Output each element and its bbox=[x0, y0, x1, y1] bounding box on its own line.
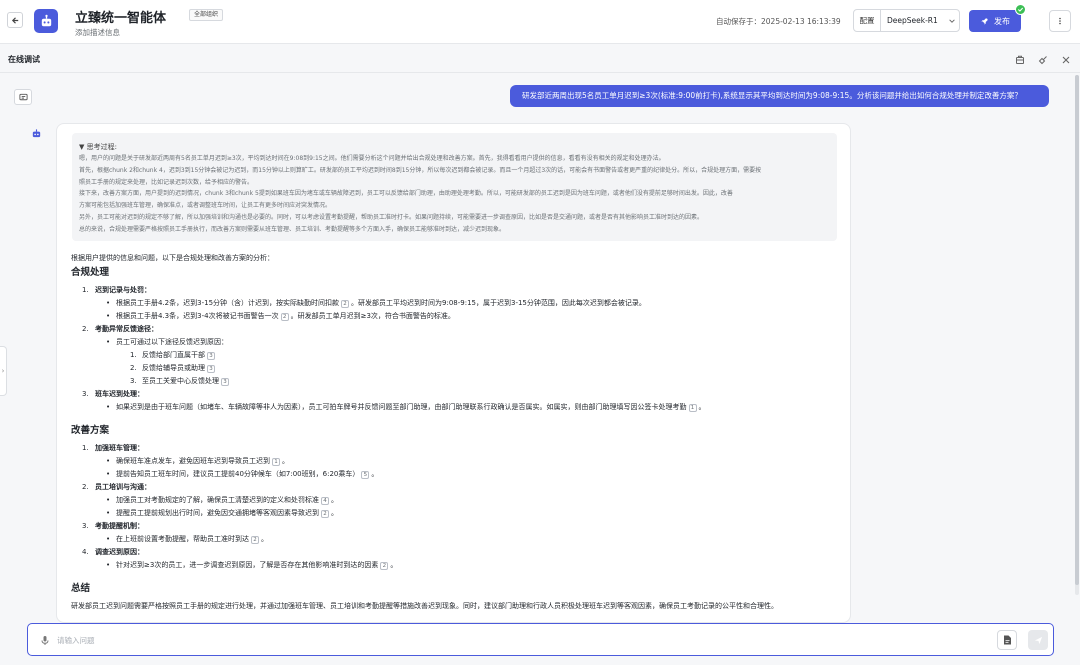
model-config-select[interactable]: 配置 DeepSeek-R1 bbox=[853, 9, 960, 32]
list-item: • 如果迟到是由于班车问题（如堵车、车辆故障等非人为因素），员工可拍车牌号并反馈问… bbox=[106, 403, 706, 412]
app-header: 立臻统一智能体 全部组织 添加描述信息 自动保存于：2025-02-13 16:… bbox=[0, 0, 1080, 44]
publish-button[interactable]: 发布 bbox=[969, 10, 1021, 32]
clean-icon[interactable] bbox=[1037, 54, 1048, 65]
citation-ref[interactable]: 2 bbox=[341, 300, 350, 308]
panel-icon[interactable] bbox=[1014, 54, 1025, 65]
scope-badge: 全部组织 bbox=[189, 9, 224, 21]
section-title-compliance: 合规处理 bbox=[71, 267, 110, 278]
list-item: 3. 班车迟到处理： bbox=[82, 390, 144, 398]
thinking-toggle[interactable]: ▼ 思考过程: bbox=[79, 141, 830, 153]
agent-title[interactable]: 立臻统一智能体 bbox=[75, 7, 166, 26]
robot-icon bbox=[41, 14, 51, 26]
back-button[interactable] bbox=[7, 12, 23, 28]
bot-avatar bbox=[30, 127, 42, 139]
close-icon[interactable] bbox=[1060, 54, 1071, 65]
send-icon bbox=[1034, 636, 1042, 644]
thinking-line: 照员工手册的规定来处理，比如记录迟到次数，给予相应的警告。 bbox=[79, 178, 254, 186]
list-item: 3. 至员工关爱中心反馈处理 3 bbox=[71, 375, 841, 388]
check-icon bbox=[1017, 7, 1024, 12]
citation-ref[interactable]: 2 bbox=[280, 313, 289, 321]
chat-input-box bbox=[27, 623, 1054, 656]
chat-scrollbar[interactable] bbox=[1075, 75, 1079, 595]
thinking-process[interactable]: ▼ 思考过程: 嗯，用户的问题是关于研发部近两周有5名员工单月迟到≥3次，平均到… bbox=[72, 133, 837, 241]
citation-ref[interactable]: 5 bbox=[361, 471, 370, 479]
list-item: • 员工可通过以下途径反馈迟到原因： bbox=[106, 338, 228, 346]
list-item: • 提前告知员工班车时间，建议员工提前40分钟候车（如7:00班别，6:20乘车）… bbox=[106, 470, 379, 479]
send-button[interactable] bbox=[1028, 630, 1048, 650]
list-item: • 提醒员工提前规划出行时间，避免因交通拥堵等客观因素导致迟到 2。 bbox=[106, 509, 338, 518]
publish-status-badge bbox=[1015, 4, 1026, 15]
debug-title: 在线调试 bbox=[8, 55, 40, 64]
list-item: 1. 反馈给部门直属干部 3 bbox=[71, 349, 841, 362]
citation-ref[interactable]: 1 bbox=[688, 404, 697, 412]
thinking-line: 接下来，改善方案方面，用户提到的迟到情况，chunk 3和chunk 5提到如果… bbox=[79, 190, 733, 198]
list-item: 2. 反馈给辅导员或助理 3 bbox=[71, 362, 841, 375]
answer-intro: 根据用户提供的信息和问题，以下是合规处理和改善方案的分析： bbox=[71, 254, 274, 262]
list-item: 1. 加强班车管理： bbox=[82, 444, 144, 452]
publish-label: 发布 bbox=[994, 16, 1010, 26]
citation-ref[interactable]: 3 bbox=[207, 352, 215, 360]
chevron-down-icon[interactable] bbox=[945, 17, 959, 25]
list-item: 3. 考勤提醒机制： bbox=[82, 522, 144, 530]
list-item: • 针对迟到≥3次的员工，进一步调查迟到原因，了解是否存在其他影响准时到达的因素 2… bbox=[106, 561, 398, 570]
citation-ref[interactable]: 2 bbox=[251, 536, 259, 544]
document-icon bbox=[1003, 635, 1011, 645]
debug-toolbar: 在线调试 bbox=[0, 45, 1080, 73]
list-item: 2. 员工培训与沟通： bbox=[82, 483, 151, 491]
more-vertical-icon bbox=[1059, 17, 1061, 25]
chat-input[interactable] bbox=[57, 632, 957, 648]
citation-ref[interactable]: 2 bbox=[380, 562, 389, 570]
list-item: • 加强员工对考勤规定的了解，确保员工清楚迟到的定义和处罚标准 4。 bbox=[106, 496, 338, 505]
list-item: • 确保班车准点发车，避免因班车迟到导致员工迟到 1。 bbox=[106, 457, 289, 466]
citation-ref[interactable]: 3 bbox=[221, 378, 229, 386]
list-item: • 根据员工手册4.3条，迟到3-4次将被记书面警告一次 2 。研发部员工单月迟到≥3… bbox=[106, 312, 455, 321]
thinking-line: 首先，根据chunk 2和chunk 4，迟到3到15分钟会被记为迟到，而15分… bbox=[79, 166, 762, 174]
list-item: • 在上班前设置考勤提醒，帮助员工准时到达 2。 bbox=[106, 535, 268, 544]
model-select-value[interactable]: DeepSeek-R1 bbox=[881, 16, 945, 25]
upload-document-button[interactable] bbox=[997, 630, 1017, 650]
citation-ref[interactable]: 2 bbox=[321, 510, 329, 518]
autosave-status: 自动保存于：2025-02-13 16:13:39 bbox=[716, 17, 841, 26]
answer-content: 根据用户提供的信息和问题，以下是合规处理和改善方案的分析： 合规处理 1. 迟到记… bbox=[71, 252, 841, 612]
summary-text: 研发部员工迟到问题需要严格按照员工手册的规定进行处理，并通过加强班车管理、员工培… bbox=[71, 602, 778, 610]
list-item: 2. 考勤异常反馈途径： bbox=[82, 325, 158, 333]
config-label[interactable]: 配置 bbox=[854, 10, 881, 31]
list-item: 1. 迟到记录与处罚： bbox=[82, 286, 151, 294]
rocket-icon bbox=[981, 17, 988, 25]
more-options-button[interactable] bbox=[1049, 10, 1071, 32]
list-item: • 根据员工手册4.2条，迟到3-15分钟（含）计迟到，按实际缺勤时间扣款 2 。研发… bbox=[106, 299, 646, 308]
chat-history-button[interactable] bbox=[14, 89, 32, 105]
thinking-line: 嗯，用户的问题是关于研发部近两周有5名员工单月迟到≥3次，平均到达时间在9:08… bbox=[79, 155, 665, 162]
thinking-line: 方案可能包括加强班车管理，确保准点，或者调整班车时间，让员工有更多时间应对突发情… bbox=[79, 202, 332, 210]
microphone-icon[interactable] bbox=[39, 634, 50, 646]
list-item: 4. 调查迟到原因： bbox=[82, 548, 144, 556]
citation-ref[interactable]: 4 bbox=[321, 497, 329, 505]
chat-history-icon bbox=[18, 93, 28, 100]
section-title-summary: 总结 bbox=[71, 583, 91, 594]
citation-ref[interactable]: 3 bbox=[207, 365, 215, 373]
scrollbar-thumb[interactable] bbox=[1075, 75, 1079, 585]
thinking-line: 另外，员工可能对迟到的规定不够了解，所以加强培训和沟通也是必要的。同时，可以考虑… bbox=[79, 213, 704, 221]
assistant-answer-card: ▼ 思考过程: 嗯，用户的问题是关于研发部近两周有5名员工单月迟到≥3次，平均到… bbox=[56, 123, 851, 623]
back-arrow-icon bbox=[11, 16, 18, 24]
agent-description[interactable]: 添加描述信息 bbox=[75, 27, 120, 38]
agent-avatar[interactable] bbox=[34, 9, 58, 33]
user-message: 研发部近两周出现5名员工单月迟到≥3次(标准:9:00前打卡),系统显示其平均到… bbox=[510, 85, 1049, 107]
section-title-improvement: 改善方案 bbox=[71, 425, 110, 436]
citation-ref[interactable]: 1 bbox=[272, 458, 280, 466]
thinking-line: 总的来说，合规处理需要严格按照员工手册执行，而改善方案则需要从班车管理、员工培训… bbox=[79, 225, 506, 233]
sidebar-expand-handle[interactable]: › bbox=[0, 346, 7, 396]
robot-icon bbox=[32, 128, 40, 137]
